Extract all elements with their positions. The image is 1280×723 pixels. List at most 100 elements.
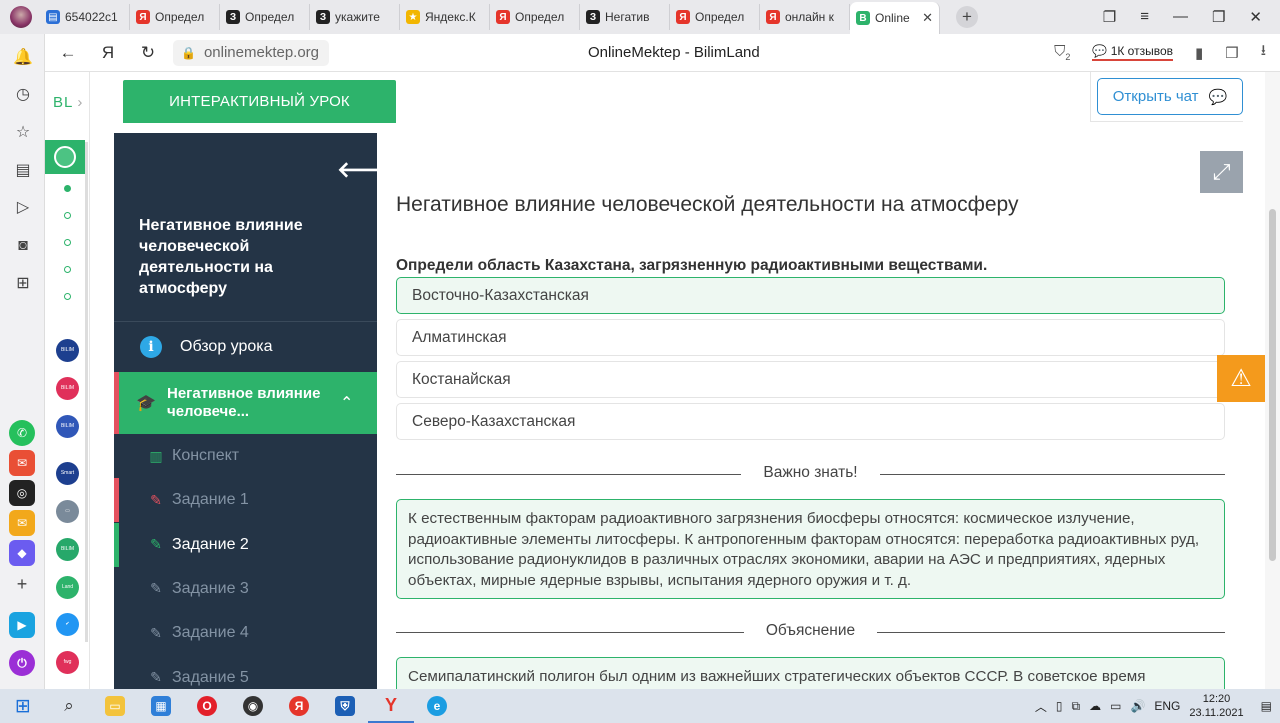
lesson-task-item[interactable]: ✎ Задание 5 <box>114 656 377 690</box>
back-arrow-icon[interactable]: 🡐 <box>337 157 377 183</box>
media-icon[interactable]: ▶ <box>9 612 35 638</box>
downloads-icon[interactable]: ⛉2 <box>1054 43 1070 62</box>
app-link-icon[interactable]: BILIM <box>56 415 79 438</box>
browser-tab[interactable]: ▤ 654022c1 <box>40 4 130 30</box>
lesson-task-item[interactable]: ✎ Задание 4 <box>114 611 377 655</box>
profile-avatar[interactable] <box>10 6 32 28</box>
browser-tab[interactable]: Я Определ <box>490 4 580 30</box>
step-dot[interactable] <box>64 266 71 273</box>
lesson-nav-icon[interactable] <box>45 140 85 174</box>
interactive-lesson-button[interactable]: ИНТЕРАКТИВНЫЙ УРОК <box>123 80 396 123</box>
volume-icon[interactable]: 🔊 <box>1130 699 1145 713</box>
network-icon[interactable]: ☁ <box>1089 699 1101 713</box>
page-scrollbar[interactable] <box>1265 72 1280 689</box>
chevron-right-icon[interactable]: › <box>77 94 83 111</box>
answer-option[interactable]: Костанайская <box>396 361 1225 398</box>
step-dot[interactable] <box>64 212 71 219</box>
app-link-icon[interactable]: ▭ <box>56 500 79 523</box>
lesson-task-item[interactable]: ▥ Конспект <box>114 434 377 478</box>
play-icon[interactable]: ▷ <box>13 198 33 218</box>
network-status-icon[interactable]: ▭ <box>1110 699 1121 713</box>
app-link-icon[interactable]: fwg <box>56 651 79 674</box>
star-icon[interactable]: ☆ <box>13 123 33 143</box>
app-link-icon[interactable]: BILIM <box>56 538 79 561</box>
scroll-thumb[interactable] <box>1269 209 1276 561</box>
history-icon[interactable]: ◷ <box>13 85 33 105</box>
edge-icon[interactable]: e <box>414 689 460 723</box>
close-tab-icon[interactable]: ✕ <box>922 10 933 26</box>
browser-tab[interactable]: ★ Яндекс.К <box>400 4 490 30</box>
browser-tab[interactable]: Я Определ <box>670 4 760 30</box>
media-player-icon[interactable]: ◉ <box>230 689 276 723</box>
bell-icon[interactable]: 🔔 <box>13 48 33 68</box>
yandex-icon[interactable]: Я <box>99 43 117 63</box>
download-arrow-icon[interactable]: ⭳ <box>1261 40 1266 65</box>
lesson-task-item[interactable]: ✎ Задание 1 <box>114 478 377 523</box>
reviews-button[interactable]: 💬 1К отзывов <box>1092 44 1174 61</box>
lesson-overview-item[interactable]: i Обзор урока <box>114 322 377 372</box>
opera-icon[interactable]: O <box>184 689 230 723</box>
answer-option[interactable]: Восточно-Казахстанская <box>396 277 1225 314</box>
step-dot[interactable] <box>64 239 71 246</box>
browser-tab[interactable]: Зукажите <box>310 4 400 30</box>
browser-tab[interactable]: Яонлайн к <box>760 4 850 30</box>
warning-icon[interactable]: ⚠ <box>1217 355 1265 402</box>
camera-icon[interactable]: ◙ <box>13 236 33 256</box>
fullscreen-icon[interactable]: ⤢ <box>1200 151 1243 193</box>
language-indicator[interactable]: ENG <box>1154 699 1180 713</box>
site-logo[interactable]: BL › <box>53 94 83 111</box>
tray-chevron-icon[interactable]: ︿ <box>1035 698 1047 715</box>
app-link-icon[interactable]: BILIM <box>56 377 79 400</box>
answer-option[interactable]: Алматинская <box>396 319 1225 356</box>
whatsapp-icon[interactable]: ✆ <box>9 420 35 446</box>
answer-option[interactable]: Северо-Казахстанская <box>396 403 1225 440</box>
windows-start-icon[interactable]: ⊞ <box>0 689 46 723</box>
power-icon[interactable]: ⏻ <box>9 650 35 676</box>
tray-device-icon[interactable]: ▯ <box>1056 699 1063 713</box>
nav-scrollbar[interactable] <box>85 142 88 642</box>
open-chat-button[interactable]: Открыть чат 💬 <box>1097 78 1243 115</box>
menu-icon[interactable]: ≡ <box>1140 8 1149 26</box>
yandex-icon[interactable]: Y <box>368 689 414 723</box>
reload-icon[interactable]: ↻ <box>139 43 157 63</box>
yandex-browser-icon[interactable]: Я <box>276 689 322 723</box>
alice-icon[interactable]: ◎ <box>9 480 35 506</box>
new-tab-button[interactable]: + <box>956 6 978 28</box>
apps-grid-icon[interactable]: ⊞ <box>13 274 33 294</box>
bookmark-icon[interactable]: ▮ <box>1195 44 1203 62</box>
topic-item[interactable]: 🎓 Негативное влияние человече... ⌃ <box>114 372 377 434</box>
app-link-icon[interactable]: Smart <box>56 462 79 485</box>
browser-tab[interactable]: B Online ✕ <box>850 2 940 34</box>
minimize-button[interactable]: — <box>1173 8 1188 26</box>
browser-tab[interactable]: З Негатив <box>580 4 670 30</box>
app-link-icon[interactable]: ✔ <box>56 613 79 636</box>
shield-icon[interactable]: ⛨ <box>322 689 368 723</box>
notes-icon[interactable]: ▤ <box>13 161 33 181</box>
search-icon[interactable]: ⌕ <box>46 689 92 723</box>
tabs-overview-icon[interactable]: ❐ <box>1103 8 1116 26</box>
file-explorer-icon[interactable]: ▭ <box>92 689 138 723</box>
step-dot[interactable] <box>64 185 71 192</box>
lesson-task-item[interactable]: ✎ Задание 2 <box>114 522 377 567</box>
app-link-icon[interactable]: BILIM <box>56 339 79 362</box>
app-link-icon[interactable]: Land <box>56 576 79 599</box>
messenger-icon[interactable]: ◆ <box>9 540 35 566</box>
step-dot[interactable] <box>64 293 71 300</box>
add-panel-icon[interactable]: + <box>9 571 35 597</box>
back-arrow-icon[interactable]: ← <box>59 43 77 63</box>
tab-favicon-icon: Я <box>496 10 510 24</box>
tray-app-icon[interactable]: ⧉ <box>1072 699 1081 714</box>
address-bar[interactable]: 🔒 onlinemektep.org <box>173 39 330 66</box>
clock[interactable]: 12:20 23.11.2021 <box>1189 692 1243 720</box>
browser-tab[interactable]: З Определ <box>220 4 310 30</box>
restore-button[interactable]: ❐ <box>1212 8 1225 26</box>
lesson-task-item[interactable]: ✎ Задание 3 <box>114 567 377 611</box>
notifications-icon[interactable]: ▤ <box>1261 699 1272 713</box>
yandex-mail-icon[interactable]: ✉ <box>9 510 35 536</box>
chevron-up-icon[interactable]: ⌃ <box>340 393 353 413</box>
close-window-button[interactable]: ✕ <box>1249 8 1262 26</box>
mail-icon[interactable]: ✉ <box>9 450 35 476</box>
browser-tab[interactable]: Я Определ <box>130 4 220 30</box>
collections-icon[interactable]: ❒ <box>1225 44 1238 62</box>
task-view-icon[interactable]: ▦ <box>138 689 184 723</box>
